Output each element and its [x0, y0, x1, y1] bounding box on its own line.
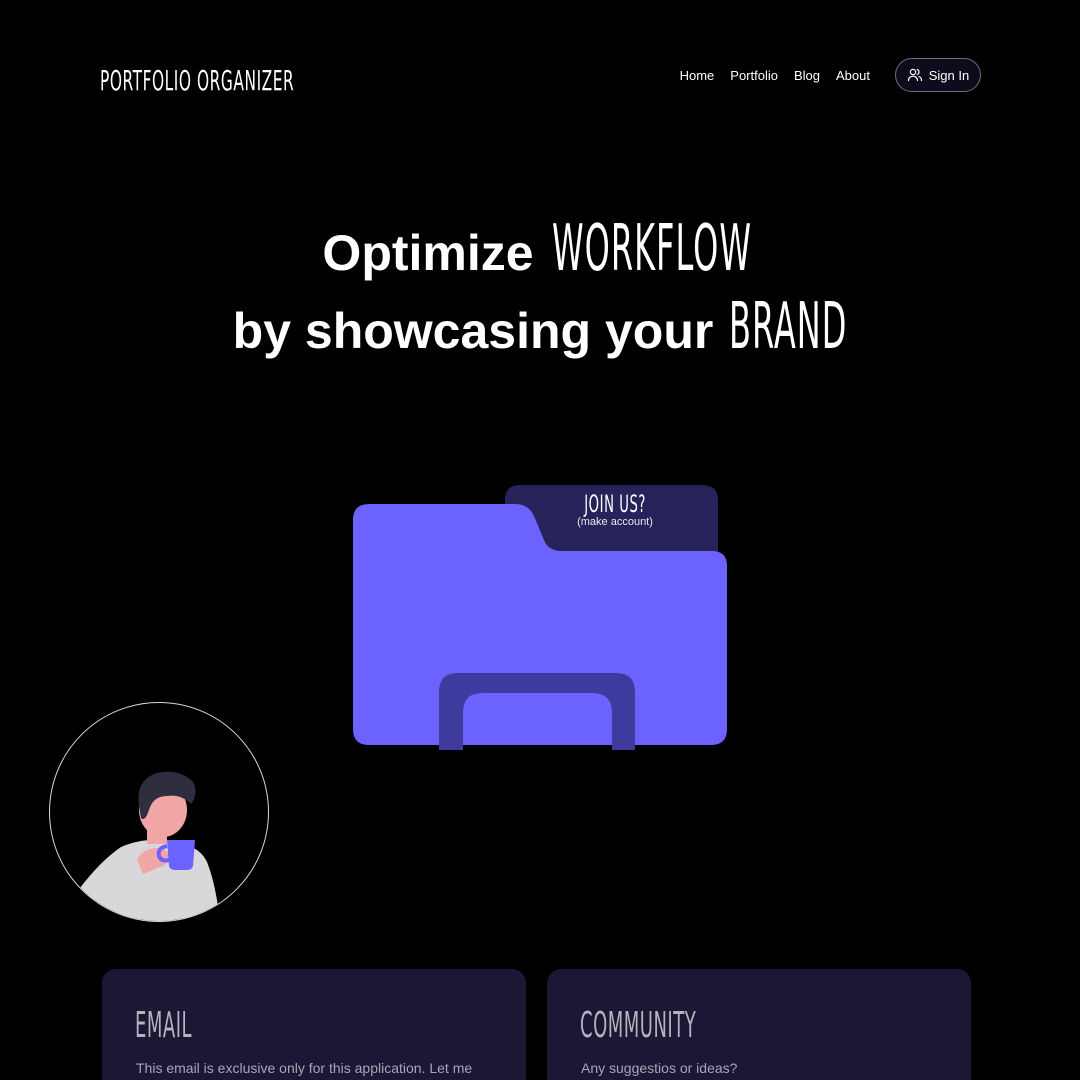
community-card[interactable]: COMMUNITY Any suggestios or ideas? — [547, 969, 971, 1080]
hero-headline-line-2: by showcasing your BRAND — [0, 290, 1080, 364]
hero-text: by showcasing your — [232, 303, 714, 359]
hero-highlight-brand: BRAND — [729, 290, 848, 364]
hero-text: Optimize — [322, 225, 534, 281]
community-card-title: COMMUNITY — [580, 1005, 697, 1046]
hero-highlight-wrap: WORKFLOW — [552, 212, 758, 286]
nav-blog[interactable]: Blog — [794, 68, 820, 83]
person-with-mug-illustration — [49, 702, 269, 922]
nav-portfolio[interactable]: Portfolio — [730, 68, 778, 83]
brand-logo[interactable]: PORTFOLIO ORGANIZER — [100, 60, 453, 100]
nav-home[interactable]: Home — [680, 68, 715, 83]
email-card[interactable]: EMAIL This email is exclusive only for t… — [102, 969, 526, 1080]
sign-in-label: Sign In — [928, 67, 970, 83]
brand-name: PORTFOLIO ORGANIZER — [100, 63, 295, 97]
join-us-folder-button[interactable] — [350, 484, 730, 754]
sign-in-button[interactable]: Sign In — [895, 58, 981, 92]
email-card-text: This email is exclusive only for this ap… — [136, 1060, 473, 1076]
email-card-title: EMAIL — [135, 1005, 193, 1046]
hero-headline-line-1: Optimize WORKFLOW — [0, 212, 1080, 286]
community-card-text: Any suggestios or ideas? — [581, 1060, 738, 1076]
nav-about[interactable]: About — [836, 68, 870, 83]
main-nav: Home Portfolio Blog About Sign In — [680, 58, 981, 92]
hero-highlight-wrap: BRAND — [729, 290, 847, 364]
hero-highlight-workflow: WORKFLOW — [551, 212, 752, 286]
users-icon — [907, 68, 922, 82]
